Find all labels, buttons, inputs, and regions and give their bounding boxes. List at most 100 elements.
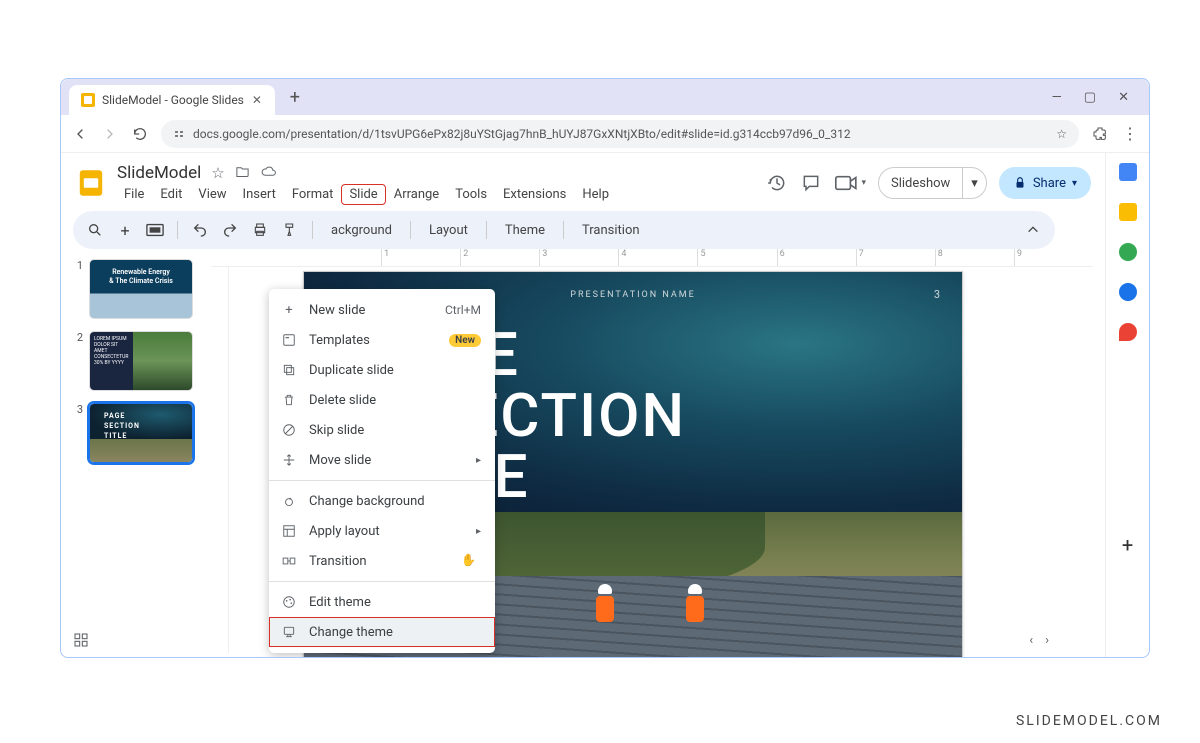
cursor-icon: ✋ (461, 553, 476, 567)
slide-thumbnail-3[interactable]: PAGE SECTION TITLE (89, 403, 193, 463)
document-header: SlideModel ☆ File Edit View Insert Forma… (61, 153, 1105, 209)
filmstrip: 1 Renewable Energy & The Climate Crisis … (61, 249, 211, 653)
menu-arrange[interactable]: Arrange (387, 185, 446, 204)
slideshow-button[interactable]: Slideshow ▾ (878, 167, 987, 199)
document-title[interactable]: SlideModel (117, 163, 201, 183)
menu-change-theme[interactable]: Change theme (269, 617, 495, 647)
menu-move-slide[interactable]: Move slide ▸ (269, 445, 495, 475)
transition-icon (281, 553, 297, 569)
keep-icon[interactable] (1119, 203, 1137, 221)
history-icon[interactable] (766, 172, 788, 194)
menu-view[interactable]: View (191, 185, 233, 204)
workspace: 1 Renewable Energy & The Climate Crisis … (61, 249, 1105, 653)
redo-icon[interactable] (220, 220, 240, 240)
menu-slide[interactable]: Slide (342, 185, 384, 204)
slide-thumbnail-1[interactable]: Renewable Energy & The Climate Crisis (89, 259, 193, 319)
url-field[interactable]: docs.google.com/presentation/d/1tsvUPG6e… (161, 120, 1079, 148)
slide-thumbnail-2[interactable]: LOREM IPSUM DOLOR SIT AMET CONSECTETUR 3… (89, 331, 193, 391)
contacts-icon[interactable] (1119, 283, 1137, 301)
slides-logo[interactable] (73, 165, 109, 201)
side-panel: + (1105, 153, 1149, 657)
thumb-number: 2 (75, 331, 83, 344)
change-theme-icon (281, 624, 297, 640)
search-icon[interactable] (85, 220, 105, 240)
collapse-toolbar-icon[interactable] (1023, 220, 1043, 240)
toolbar: + ackground Layout Theme Transition (73, 211, 1055, 249)
minimize-icon[interactable]: — (1052, 90, 1062, 105)
menu-file[interactable]: File (117, 185, 151, 204)
address-bar: docs.google.com/presentation/d/1tsvUPG6e… (61, 115, 1149, 153)
comments-icon[interactable] (800, 172, 822, 194)
menu-extensions[interactable]: Extensions (496, 185, 573, 204)
toolbar-background[interactable]: ackground (325, 223, 398, 238)
print-icon[interactable] (250, 220, 270, 240)
slide-context-menu: + New slide Ctrl+M Templates New Duplica… (269, 289, 495, 653)
menu-bar: File Edit View Insert Format Slide Arran… (117, 185, 616, 204)
toolbar-transition[interactable]: Transition (576, 223, 646, 238)
thumb-number: 1 (75, 259, 83, 272)
slide-page-number: 3 (934, 288, 940, 301)
status-bar: ‹ › (73, 629, 1049, 651)
browser-tab[interactable]: SlideModel - Google Slides ✕ (69, 85, 275, 115)
site-settings-icon (173, 128, 185, 140)
edit-theme-icon (281, 594, 297, 610)
maximize-icon[interactable]: ▢ (1084, 90, 1096, 105)
browser-menu-icon[interactable]: ⋮ (1121, 125, 1139, 143)
menu-skip-slide[interactable]: Skip slide (269, 415, 495, 445)
forward-icon[interactable] (101, 125, 119, 143)
menu-templates[interactable]: Templates New (269, 325, 495, 355)
menu-format[interactable]: Format (285, 185, 341, 204)
close-window-icon[interactable]: ✕ (1118, 90, 1129, 105)
toolbar-layout[interactable]: Layout (423, 223, 474, 238)
scroll-right-icon[interactable]: › (1045, 633, 1049, 648)
duplicate-icon (281, 362, 297, 378)
menu-edit-theme[interactable]: Edit theme (269, 587, 495, 617)
move-icon[interactable] (235, 164, 250, 182)
maps-icon[interactable] (1119, 323, 1137, 341)
menu-help[interactable]: Help (575, 185, 616, 204)
watermark: SLIDEMODEL.COM (1016, 713, 1162, 729)
cloud-status-icon[interactable] (260, 164, 277, 182)
thumb-number: 3 (75, 403, 83, 416)
calendar-icon[interactable] (1119, 163, 1137, 181)
bookmark-icon[interactable]: ☆ (1056, 127, 1067, 141)
grid-view-icon[interactable] (73, 632, 89, 648)
menu-tools[interactable]: Tools (448, 185, 494, 204)
menu-change-background[interactable]: Change background (269, 486, 495, 516)
toolbar-theme[interactable]: Theme (499, 223, 551, 238)
menu-delete-slide[interactable]: Delete slide (269, 385, 495, 415)
move-slide-icon (281, 452, 297, 468)
url-text: docs.google.com/presentation/d/1tsvUPG6e… (193, 127, 851, 141)
undo-icon[interactable] (190, 220, 210, 240)
reload-icon[interactable] (131, 125, 149, 143)
submenu-arrow-icon: ▸ (476, 455, 481, 466)
paint-format-icon[interactable] (280, 220, 300, 240)
add-panel-icon[interactable]: + (1122, 533, 1133, 657)
templates-icon (281, 332, 297, 348)
menu-new-slide[interactable]: + New slide Ctrl+M (269, 295, 495, 325)
browser-window: SlideModel - Google Slides ✕ + — ▢ ✕ doc… (60, 78, 1150, 658)
menu-edit[interactable]: Edit (153, 185, 189, 204)
share-button[interactable]: Share ▾ (999, 167, 1091, 199)
menu-apply-layout[interactable]: Apply layout ▸ (269, 516, 495, 546)
menu-insert[interactable]: Insert (236, 185, 283, 204)
slideshow-dropdown-icon[interactable]: ▾ (962, 168, 986, 198)
scroll-left-icon[interactable]: ‹ (1029, 633, 1033, 648)
new-slide-layout-icon[interactable] (145, 220, 165, 240)
submenu-arrow-icon: ▸ (476, 526, 481, 537)
tab-title: SlideModel - Google Slides (102, 93, 244, 107)
horizontal-ruler: 123456789 (211, 249, 1093, 267)
tasks-icon[interactable] (1119, 243, 1137, 261)
skip-icon (281, 422, 297, 438)
window-controls: — ▢ ✕ (1052, 90, 1141, 105)
lock-icon (1013, 176, 1027, 190)
tab-close-icon[interactable]: ✕ (251, 94, 263, 106)
extensions-icon[interactable] (1091, 125, 1109, 143)
menu-duplicate-slide[interactable]: Duplicate slide (269, 355, 495, 385)
new-tab-button[interactable]: + (283, 85, 307, 109)
meet-icon[interactable]: ▾ (834, 172, 866, 194)
back-icon[interactable] (71, 125, 89, 143)
layout-icon (281, 523, 297, 539)
new-slide-icon[interactable]: + (115, 220, 135, 240)
star-icon[interactable]: ☆ (211, 164, 224, 182)
